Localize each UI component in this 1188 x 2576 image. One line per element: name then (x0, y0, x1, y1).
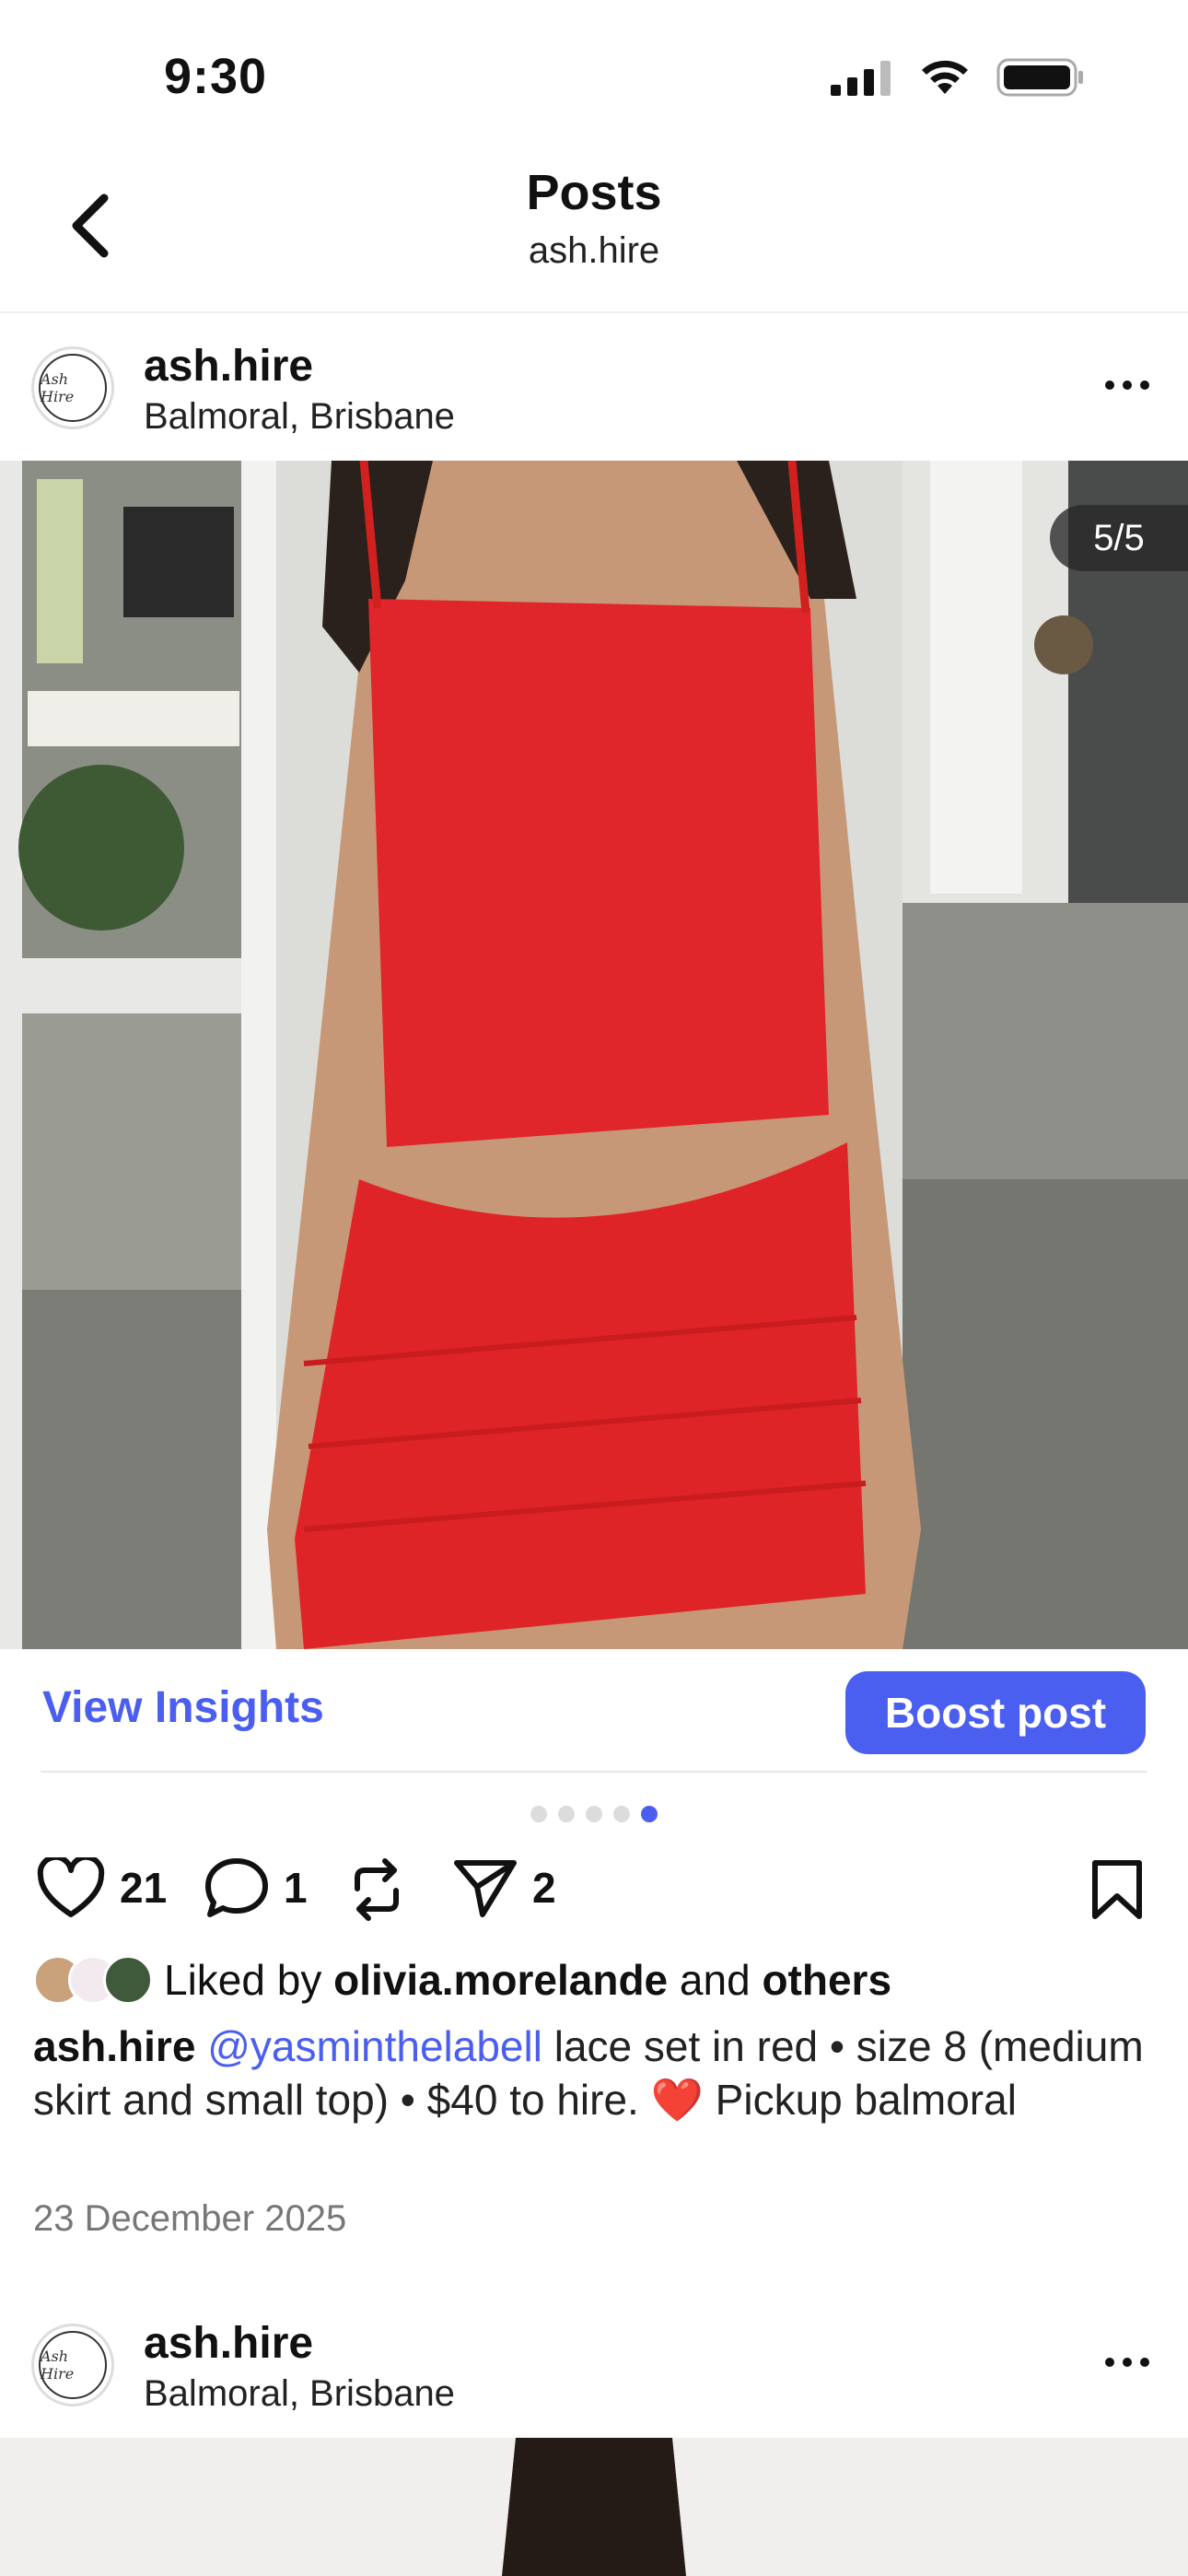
send-icon (454, 1860, 517, 1917)
dot-3 (1140, 2358, 1149, 2367)
comment-icon (205, 1858, 268, 1917)
cellular-signal-icon (831, 61, 891, 96)
liked-by-row[interactable]: Liked by olivia.morelande and others (33, 1955, 891, 2005)
caption-mention[interactable]: @yasminthelabell (207, 2022, 542, 2070)
post-photo (0, 461, 1188, 1649)
avatar-logo: Ash Hire (39, 354, 107, 422)
liker-avatar (103, 1955, 153, 2005)
status-time: 9:30 (164, 49, 268, 104)
post-image[interactable] (0, 461, 1188, 1649)
dot-2 (1123, 2358, 1132, 2367)
bookmark-icon (1092, 1860, 1142, 1919)
dot-3 (1140, 381, 1149, 390)
page-title: Posts (526, 165, 662, 220)
share-action[interactable]: 2 (453, 1857, 556, 1918)
status-icons (831, 57, 1085, 98)
post-location[interactable]: Balmoral, Brisbane (144, 396, 455, 438)
liker-avatars (33, 1955, 153, 2005)
post-location[interactable]: Balmoral, Brisbane (144, 2373, 455, 2415)
comment-count: 1 (284, 1864, 308, 1912)
post-caption: ash.hire @yasminthelabell lace set in re… (33, 2020, 1157, 2126)
header-divider (0, 311, 1188, 313)
share-count: 2 (532, 1864, 556, 1912)
post-photo (0, 2438, 1188, 2576)
avatar[interactable]: Ash Hire (31, 346, 114, 429)
carousel-dot (530, 1806, 547, 1822)
caption-text: lace set in red • size 8 (medium skirt a… (33, 2022, 1144, 2124)
carousel-dot (613, 1806, 630, 1822)
caption-username[interactable]: ash.hire (33, 2022, 195, 2070)
liked-by-prefix: Liked by (164, 1956, 322, 2004)
wifi-icon (922, 60, 968, 94)
carousel-dot (586, 1806, 602, 1822)
post-date: 23 December 2025 (33, 2198, 347, 2239)
heart-icon (37, 1857, 105, 1917)
post-image[interactable] (0, 2438, 1188, 2576)
dot-1 (1105, 381, 1114, 390)
boost-post-button[interactable]: Boost post (845, 1671, 1146, 1754)
dot-1 (1105, 2358, 1114, 2367)
liked-by-others[interactable]: others (762, 1955, 891, 2005)
battery-icon (996, 58, 1083, 97)
liked-by-user[interactable]: olivia.morelande (333, 1955, 668, 2005)
carousel-dot (558, 1806, 575, 1822)
more-options-button[interactable] (1090, 367, 1164, 404)
avatar-logo: Ash Hire (39, 2331, 107, 2399)
more-options-button[interactable] (1090, 2344, 1164, 2381)
image-counter-badge: 5/5 (1050, 505, 1188, 571)
comment-action[interactable]: 1 (204, 1857, 308, 1918)
post-username[interactable]: ash.hire (144, 2318, 313, 2369)
page-subtitle: ash.hire (528, 230, 660, 271)
repost-icon (355, 1858, 399, 1921)
like-count: 21 (120, 1864, 168, 1912)
post-username[interactable]: ash.hire (144, 341, 313, 392)
view-insights-link[interactable]: View Insights (42, 1682, 324, 1733)
avatar[interactable]: Ash Hire (31, 2324, 114, 2406)
liked-by-and: and (679, 1956, 751, 2004)
carousel-indicator (0, 1806, 1188, 1822)
like-action[interactable]: 21 (37, 1857, 167, 1918)
carousel-dot-active (641, 1806, 658, 1822)
repost-action[interactable] (348, 1857, 405, 1922)
dot-2 (1123, 381, 1132, 390)
save-button[interactable] (1090, 1859, 1144, 1925)
insights-divider (41, 1771, 1147, 1773)
